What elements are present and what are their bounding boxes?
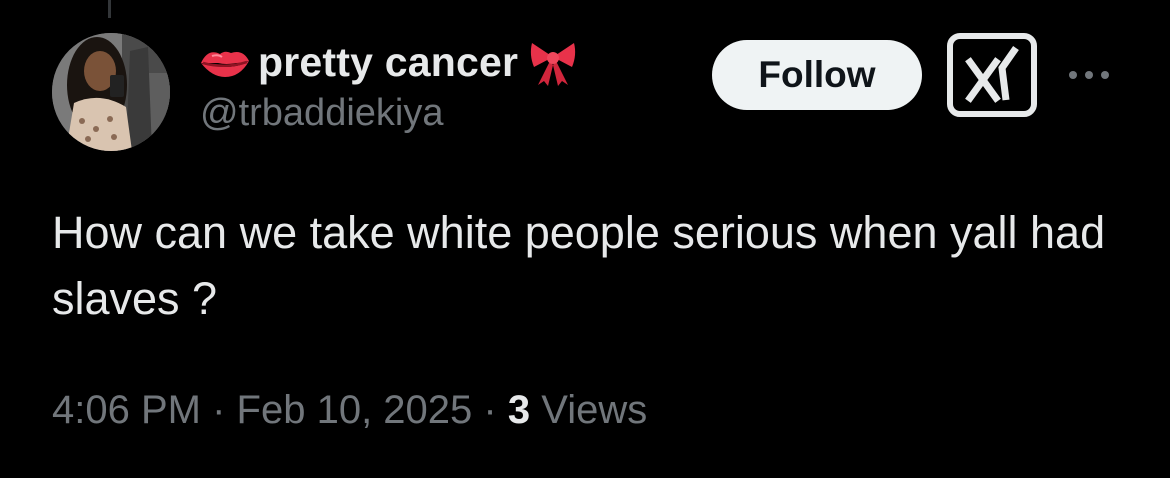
display-name-row[interactable]: pretty cancer: [198, 36, 578, 88]
meta-separator: ·: [212, 388, 226, 432]
more-button[interactable]: [1064, 58, 1114, 92]
more-icon: [1069, 71, 1109, 79]
author-names: pretty cancer @trbaddiekiya: [198, 36, 578, 135]
tweet-date[interactable]: Feb 10, 2025: [237, 388, 473, 432]
avatar[interactable]: [52, 33, 170, 151]
tweet-text: How can we take white people serious whe…: [52, 207, 1106, 324]
grok-button[interactable]: [946, 32, 1038, 118]
ribbon-icon: [531, 43, 576, 86]
display-name: pretty cancer: [258, 38, 519, 85]
views-count[interactable]: 3: [508, 388, 530, 432]
grok-icon: [947, 33, 1037, 117]
views-label[interactable]: Views: [541, 388, 647, 432]
follow-button[interactable]: Follow: [712, 40, 922, 110]
kiss-mark-icon: [201, 51, 249, 77]
avatar-photo: [52, 33, 170, 151]
meta-separator: ·: [483, 388, 497, 432]
handle[interactable]: @trbaddiekiya: [200, 92, 578, 135]
tweet-meta: 4:06 PM · Feb 10, 2025 · 3 Views: [52, 388, 647, 433]
thread-connector-line: [108, 0, 111, 18]
tweet-time[interactable]: 4:06 PM: [52, 388, 201, 432]
